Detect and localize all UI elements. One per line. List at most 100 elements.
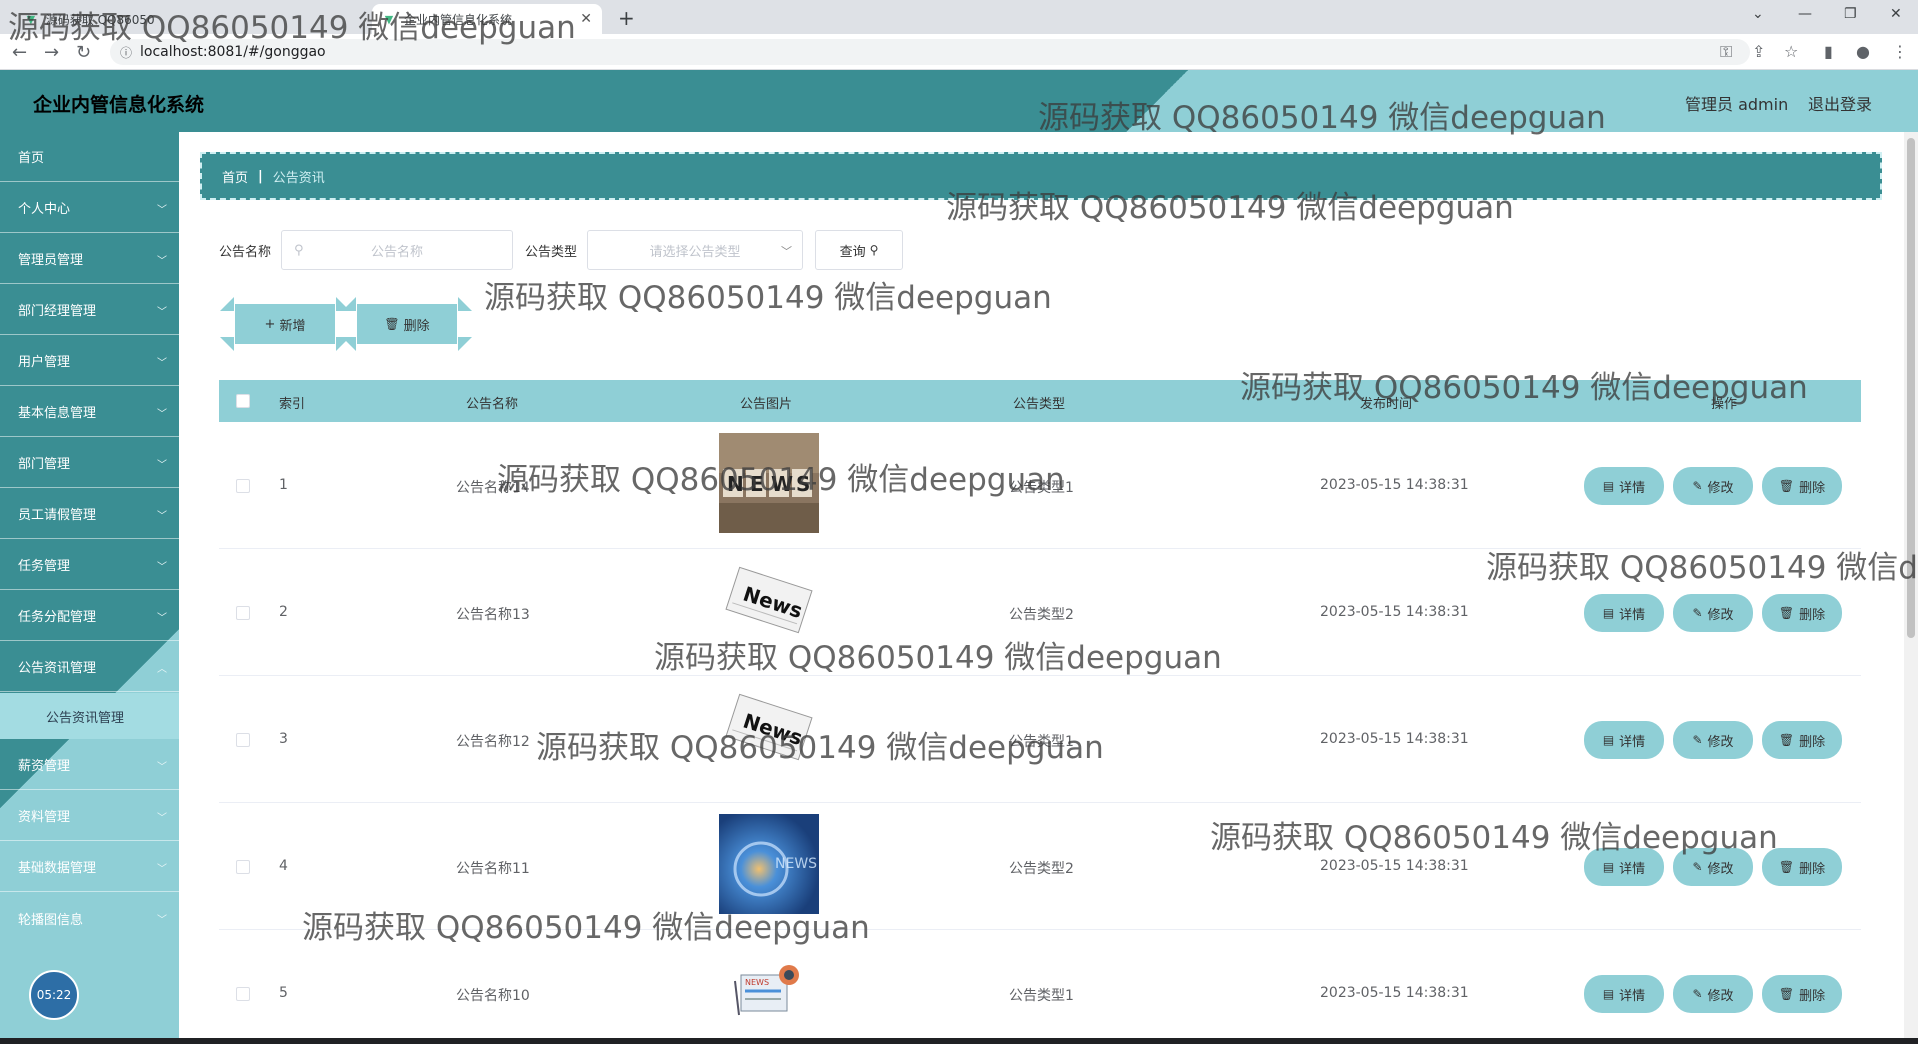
- table-header: 索引 公告名称 公告图片 公告类型 发布时间 操作: [219, 380, 1861, 422]
- table-row: 5 公告名称10 NEWS 公告类型1 2023-05-15 14:38:31 …: [219, 930, 1861, 1044]
- row-checkbox[interactable]: [236, 606, 250, 620]
- close-window-icon[interactable]: ✕: [1890, 6, 1902, 22]
- row-name: 公告名称12: [456, 734, 530, 750]
- select-all-checkbox[interactable]: [236, 394, 250, 408]
- sidebar-item-tasks[interactable]: 任务管理 ﹀: [0, 540, 179, 590]
- logout-link[interactable]: 退出登录: [1808, 91, 1872, 115]
- bookmark-star-icon[interactable]: ☆: [1784, 42, 1798, 61]
- chevron-down-icon: ﹀: [781, 245, 793, 258]
- delete-label: 删除: [403, 318, 430, 334]
- key-icon[interactable]: ⚿: [1720, 42, 1732, 62]
- row-checkbox[interactable]: [236, 479, 250, 493]
- chevron-down-icon: ﹀: [157, 864, 167, 875]
- forward-icon[interactable]: →: [44, 42, 59, 63]
- detail-button[interactable]: ▤ 详情: [1584, 594, 1664, 632]
- row-checkbox[interactable]: [236, 733, 250, 747]
- sidebar-item-salary[interactable]: 薪资管理 ﹀: [0, 740, 179, 790]
- sidebar-item-announcements[interactable]: 公告资讯管理 ︿: [0, 642, 179, 692]
- sidebar-subitem-announcement-manage[interactable]: 公告资讯管理: [0, 693, 179, 739]
- delete-label: 删除: [1799, 988, 1826, 1004]
- delete-button[interactable]: 🗑 删除: [1762, 975, 1842, 1013]
- sidebar-item-label: 员工请假管理: [18, 508, 97, 523]
- delete-label: 删除: [1799, 607, 1826, 623]
- edit-icon: ✎: [1692, 987, 1703, 1001]
- row-time: 2023-05-15 14:38:31: [1320, 604, 1469, 620]
- sidebar-item-label: 部门经理管理: [18, 304, 97, 319]
- svg-text:NEWS: NEWS: [775, 856, 817, 872]
- sidebar-item-label: 个人中心: [18, 202, 71, 217]
- search-icon: ⚲: [869, 243, 879, 257]
- announcement-type-select[interactable]: 请选择公告类型 ﹀: [587, 230, 804, 270]
- minimize-icon[interactable]: —: [1798, 6, 1812, 22]
- sidebar-item-base-data[interactable]: 基础数据管理 ﹀: [0, 842, 179, 892]
- sidebar-item-personal-center[interactable]: 个人中心 ﹀: [0, 183, 179, 233]
- delete-button[interactable]: 🗑 删除: [1762, 467, 1842, 505]
- row-index: 4: [279, 858, 288, 874]
- document-icon: ▤: [1602, 860, 1615, 874]
- scrollbar-thumb[interactable]: [1907, 138, 1915, 638]
- reload-icon[interactable]: ↻: [76, 42, 91, 63]
- sidebar-item-label: 用户管理: [18, 355, 71, 370]
- sidebar-item-task-assign[interactable]: 任务分配管理 ﹀: [0, 591, 179, 641]
- query-button[interactable]: 查询 ⚲: [815, 230, 904, 270]
- sidebar-item-admin[interactable]: 管理员管理 ﹀: [0, 234, 179, 284]
- add-button[interactable]: + 新增: [220, 297, 350, 351]
- side-panel-icon[interactable]: ▮: [1824, 42, 1833, 61]
- browser-tab-active[interactable]: ▼ 企业内管信息化系统 ✕: [372, 4, 602, 34]
- new-tab-button[interactable]: +: [618, 6, 635, 30]
- sidebar-item-users[interactable]: 用户管理 ﹀: [0, 336, 179, 386]
- url-field[interactable]: ⓘ localhost:8081/#/gonggao: [110, 39, 1750, 65]
- info-icon[interactable]: ⓘ: [120, 44, 132, 61]
- sidebar-item-home[interactable]: 首页: [0, 132, 179, 182]
- chevron-down-icon: ﹀: [157, 256, 167, 267]
- sidebar-item-carousel[interactable]: 轮播图信息 ﹀: [0, 893, 179, 943]
- edit-button[interactable]: ✎ 修改: [1673, 721, 1753, 759]
- detail-button[interactable]: ▤ 详情: [1584, 975, 1664, 1013]
- sidebar-item-dept-manager[interactable]: 部门经理管理 ﹀: [0, 285, 179, 335]
- detail-button[interactable]: ▤ 详情: [1584, 848, 1664, 886]
- edit-button[interactable]: ✎ 修改: [1673, 594, 1753, 632]
- breadcrumb: 首页 | 公告资讯: [200, 152, 1882, 200]
- browser-tab[interactable]: ▼ 源码获取 QQ86050149 微信deepguan: [14, 4, 164, 34]
- sidebar-item-documents[interactable]: 资料管理 ﹀: [0, 791, 179, 841]
- tab-search-icon[interactable]: ⌄: [1752, 6, 1764, 22]
- detail-label: 详情: [1619, 480, 1646, 496]
- delete-button[interactable]: 🗑 删除: [1762, 594, 1842, 632]
- edit-button[interactable]: ✎ 修改: [1673, 975, 1753, 1013]
- table-row: 4 公告名称11 NEWS 公告类型2 2023-05-15 14:38:31 …: [219, 803, 1861, 930]
- row-checkbox[interactable]: [236, 987, 250, 1001]
- back-icon[interactable]: ←: [12, 42, 27, 63]
- detail-button[interactable]: ▤ 详情: [1584, 467, 1664, 505]
- sidebar-item-label: 薪资管理: [18, 759, 71, 774]
- delete-button[interactable]: 🗑 删除: [1762, 721, 1842, 759]
- restore-icon[interactable]: ❐: [1844, 6, 1857, 22]
- sidebar-item-leave[interactable]: 员工请假管理 ﹀: [0, 489, 179, 539]
- vue-icon: ▼: [26, 12, 36, 26]
- corner-decoration: [220, 337, 234, 351]
- row-checkbox[interactable]: [236, 860, 250, 874]
- more-menu-icon[interactable]: ⋮: [1892, 42, 1908, 61]
- edit-icon: ✎: [1692, 860, 1703, 874]
- browser-tab-bar: ▼ 源码获取 QQ86050149 微信deepguan ▼ 企业内管信息化系统…: [0, 0, 1918, 34]
- sidebar-item-basic-info[interactable]: 基本信息管理 ﹀: [0, 387, 179, 437]
- detail-button[interactable]: ▤ 详情: [1584, 721, 1664, 759]
- query-label: 查询: [839, 244, 866, 260]
- floating-clock[interactable]: 05:22: [29, 970, 79, 1020]
- corner-decoration: [458, 297, 472, 311]
- sidebar-item-department[interactable]: 部门管理 ﹀: [0, 438, 179, 488]
- share-icon[interactable]: ⇪: [1752, 42, 1765, 61]
- delete-label: 删除: [1799, 734, 1826, 750]
- batch-delete-button[interactable]: 🗑 删除: [342, 297, 472, 351]
- type-placeholder: 请选择公告类型: [649, 244, 741, 260]
- edit-button[interactable]: ✎ 修改: [1673, 848, 1753, 886]
- breadcrumb-home[interactable]: 首页: [222, 167, 248, 186]
- delete-button[interactable]: 🗑 删除: [1762, 848, 1842, 886]
- announcement-name-input[interactable]: ⚲ 公告名称: [281, 230, 514, 270]
- table-row: 2 公告名称13 News 公告类型2 2023-05-15 14:38:31 …: [219, 549, 1861, 676]
- row-time: 2023-05-15 14:38:31: [1320, 731, 1469, 747]
- profile-icon[interactable]: ●: [1856, 42, 1870, 61]
- edit-button[interactable]: ✎ 修改: [1673, 467, 1753, 505]
- vertical-scrollbar[interactable]: [1904, 132, 1918, 1044]
- detail-label: 详情: [1619, 734, 1646, 750]
- close-tab-icon[interactable]: ✕: [580, 11, 592, 27]
